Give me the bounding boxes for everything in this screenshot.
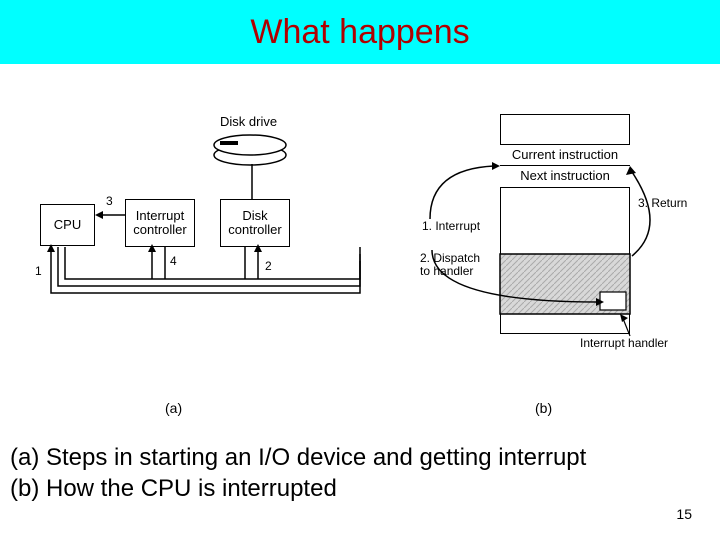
disk-ctrl-l1: Disk [242,209,267,223]
caption-block: (a) Steps in starting an I/O device and … [10,442,710,504]
current-instruction-row: Current instruction [500,144,630,166]
int-ctrl-l1: Interrupt [136,209,184,223]
current-instruction-label: Current instruction [512,148,618,162]
figure-a: Disk drive CPU Interrupt controller Disk… [30,114,380,354]
disk-controller-box: Disk controller [220,199,290,247]
step-2-num: 2 [265,259,272,273]
interrupt-step-label: 1. Interrupt [422,219,480,233]
next-instruction-row: Next instruction [500,166,630,188]
disk-ctrl-l2: controller [228,223,281,237]
return-step-label: 3. Return [638,196,687,210]
cpu-box: CPU [40,204,95,246]
bus-lines [30,244,370,314]
interrupt-handler-label: Interrupt handler [580,336,668,350]
handler-pointer [620,314,640,338]
step-1-num: 1 [35,264,42,278]
arrow-3 [95,209,125,221]
figure-a-label: (a) [165,400,182,416]
figure-b-label: (b) [535,400,552,416]
cpu-label: CPU [54,218,81,232]
step-4-num: 4 [170,254,177,268]
dispatch-l2: to handler [420,264,473,278]
return-arrow [628,166,678,261]
caption-line-a: (a) Steps in starting an I/O device and … [10,442,710,473]
caption-line-b: (b) How the CPU is interrupted [10,473,710,504]
dispatch-step-label: 2. Dispatch to handler [420,252,480,278]
step-3-num: 3 [106,194,113,208]
page-number: 15 [676,506,692,522]
int-ctrl-l2: controller [133,223,186,237]
page-title: What happens [250,13,469,52]
dispatch-l1: 2. Dispatch [420,251,480,265]
disk-drive-icon [210,132,290,168]
title-bar: What happens [0,0,720,64]
disk-link [248,164,256,200]
figure-area: Disk drive CPU Interrupt controller Disk… [0,64,720,394]
interrupt-controller-box: Interrupt controller [125,199,195,247]
disk-drive-label: Disk drive [220,114,277,129]
next-instruction-label: Next instruction [520,169,610,183]
figure-b: Current instruction Next instruction 1. … [420,114,700,354]
